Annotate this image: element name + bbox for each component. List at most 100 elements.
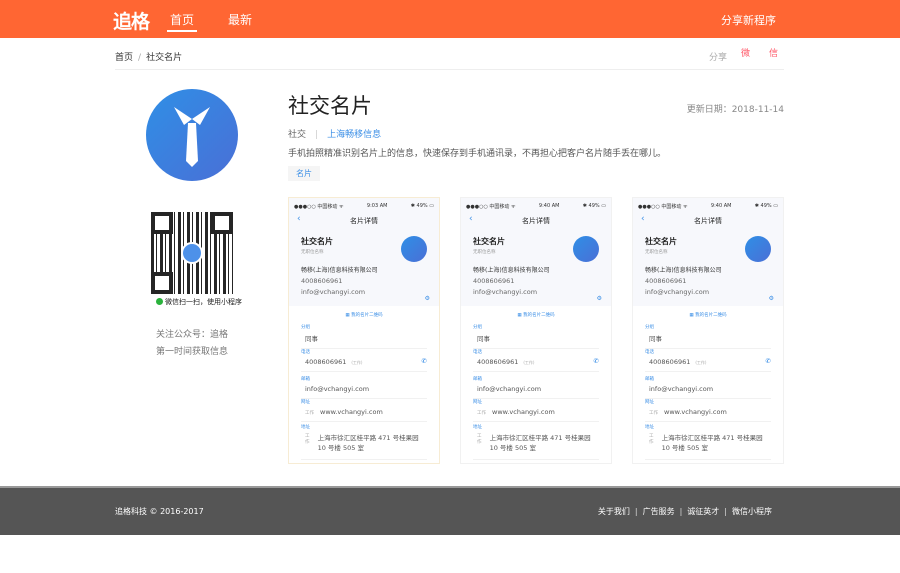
status-bar: ●●●○○ 中国移动 ᯤ 9:03 AM ✱ 49% ▭ [289, 198, 439, 210]
tie-icon [174, 107, 210, 167]
share-mini-program-link[interactable]: 分享新程序 [721, 12, 776, 28]
follow-text: 关注公众号：追格 [155, 330, 228, 340]
footer-link-jobs[interactable]: 诚征英才 [687, 507, 719, 516]
footer-link-about[interactable]: 关于我们 [598, 507, 630, 516]
qr-link-text: 我的名片二维码 [523, 313, 555, 318]
phone-value: 4008606961 [305, 358, 347, 366]
breadcrumb-home[interactable]: 首页 [115, 53, 133, 63]
address-value: 上海市徐汇区桂平路 471 号桂果园 10 号楼 505 室 [317, 434, 419, 453]
footer: 追格科技 © 2016-2017 关于我们 | 广告服务 | 诚征英才 | 微信小程序 [0, 486, 900, 535]
back-icon: ‹ [469, 214, 473, 224]
copyright: 追格科技 © 2016-2017 [115, 507, 204, 516]
web-type: 工作 [649, 411, 658, 416]
address-value: 上海市徐汇区桂平路 471 号桂果园 10 号楼 505 室 [489, 434, 591, 453]
qr-link-text: 我的名片二维码 [695, 313, 727, 318]
nav-bar: ‹ 名片详情 [633, 210, 783, 230]
tag[interactable]: 名片 [288, 166, 320, 181]
nav-title: 名片详情 [522, 217, 550, 225]
screenshot-card[interactable]: ●●●○○ 中国移动 ᯤ 9:03 AM ✱ 49% ▭ ‹ 名片详情 社交名片 无职… [288, 197, 440, 464]
phone-type: (工作) [523, 360, 535, 365]
wechat-icon[interactable]: 信 [767, 48, 780, 61]
card-phone: 4008606961 [473, 277, 515, 285]
time: 9:03 AM [366, 203, 388, 209]
category-link[interactable]: 社交 [288, 130, 306, 140]
qr-tip-text: 微信扫一扫，使用小程序 [165, 298, 242, 306]
developer-link[interactable]: 上海畅移信息 [327, 130, 381, 140]
web-type: 工作 [305, 411, 314, 416]
card-company: 畅移(上海)信息科技有限公司 [473, 267, 550, 274]
phone-type: (工作) [695, 360, 707, 365]
footer-link-ads[interactable]: 广告服务 [643, 507, 675, 516]
my-qr-link: ▦ 我的名片二维码 [633, 306, 783, 322]
nav-bar: ‹ 名片详情 [461, 210, 611, 230]
carrier: ●●●○○ 中国移动 ᯤ [294, 204, 344, 210]
my-qr-link: ▦ 我的名片二维码 [289, 306, 439, 322]
carrier: ●●●○○ 中国移动 ᯤ [638, 204, 688, 210]
card-avatar [401, 236, 427, 262]
address-type: 工作 [477, 434, 482, 445]
card-header: 社交名片 无职位名称 畅移(上海)信息科技有限公司 4008606961 inf… [633, 230, 783, 306]
nav-home[interactable]: 首页 [166, 11, 198, 32]
time: 9:40 AM [538, 203, 560, 209]
top-nav-bar: 追格 首页 最新 分享新程序 [0, 0, 900, 38]
separator: | [679, 507, 683, 516]
group-value: 同事 [477, 335, 490, 343]
battery: ✱ 49% ▭ [410, 203, 434, 209]
nav-title: 名片详情 [694, 217, 722, 225]
card-avatar [745, 236, 771, 262]
nav-bar: ‹ 名片详情 [289, 210, 439, 230]
app-description: 手机拍照精准识别名片上的信息，快速保存到手机通讯录，不再担心把客户名片随手丢在哪… [288, 149, 667, 159]
card-header: 社交名片 无职位名称 畅移(上海)信息科技有限公司 4008606961 inf… [461, 230, 611, 306]
phone-value: 4008606961 [477, 358, 519, 366]
status-bar: ●●●○○ 中国移动 ᯤ 9:40 AM ✱ 49% ▭ [461, 198, 611, 210]
card-phone: 4008606961 [301, 277, 343, 285]
breadcrumb: 首页 / 社交名片 [115, 50, 182, 63]
carrier: ●●●○○ 中国移动 ᯤ [466, 204, 516, 210]
gear-icon: ⚙ [596, 295, 602, 302]
phone-icon: ✆ [421, 357, 427, 365]
follow-subtext: 第一时间获取信息 [155, 347, 228, 357]
update-date: 更新日期：2018-11-14 [686, 105, 784, 115]
address-value: 上海市徐汇区桂平路 471 号桂果园 10 号楼 505 室 [661, 434, 763, 453]
web-value: www.vchangyi.com [492, 408, 555, 416]
logo[interactable]: 追格 [113, 7, 150, 34]
battery: ✱ 49% ▭ [582, 203, 606, 209]
page-title: 社交名片 [288, 94, 372, 118]
card-email: info@vchangyi.com [473, 288, 538, 296]
qr-link-text: 我的名片二维码 [351, 313, 383, 318]
status-bar: ●●●○○ 中国移动 ᯤ 9:40 AM ✱ 49% ▭ [633, 198, 783, 210]
weibo-icon[interactable]: 微 [739, 48, 752, 61]
mini-program-icon [156, 298, 163, 305]
address-type: 工作 [305, 434, 310, 445]
gear-icon: ⚙ [424, 295, 430, 302]
app-meta: 社交 | 上海畅移信息 [288, 130, 382, 140]
card-header: 社交名片 无职位名称 畅移(上海)信息科技有限公司 4008606961 inf… [289, 230, 439, 306]
phone-value: 4008606961 [649, 358, 691, 366]
separator: | [724, 507, 727, 516]
web-type: 工作 [477, 411, 486, 416]
gear-icon: ⚙ [768, 295, 774, 302]
web-value: www.vchangyi.com [664, 408, 727, 416]
share-label: 分享 [709, 53, 728, 63]
phone-type: (工作) [351, 360, 363, 365]
breadcrumb-current: 社交名片 [146, 53, 183, 63]
back-icon: ‹ [297, 214, 301, 224]
card-company: 畅移(上海)信息科技有限公司 [301, 267, 378, 274]
app-icon [146, 89, 238, 181]
phone-icon: ✆ [765, 357, 771, 365]
screenshot-card[interactable]: ●●●○○ 中国移动 ᯤ 9:40 AM ✱ 49% ▭ ‹ 名片详情 社交名片 无职… [460, 197, 612, 464]
breadcrumb-separator: / [138, 53, 142, 63]
nav-latest[interactable]: 最新 [228, 11, 252, 28]
screenshot-card[interactable]: ●●●○○ 中国移动 ᯤ 9:40 AM ✱ 49% ▭ ‹ 名片详情 社交名片 无职… [632, 197, 784, 464]
card-email: info@vchangyi.com [301, 288, 366, 296]
email-value: info@vchangyi.com [305, 385, 370, 393]
address-type: 工作 [649, 434, 654, 445]
footer-link-miniprogram[interactable]: 微信小程序 [732, 507, 772, 516]
time: 9:40 AM [710, 203, 732, 209]
group-value: 同事 [305, 335, 318, 343]
battery: ✱ 49% ▭ [754, 203, 778, 209]
my-qr-link: ▦ 我的名片二维码 [461, 306, 611, 322]
mini-program-qr-code [151, 212, 233, 294]
group-value: 同事 [649, 335, 662, 343]
email-value: info@vchangyi.com [649, 385, 714, 393]
